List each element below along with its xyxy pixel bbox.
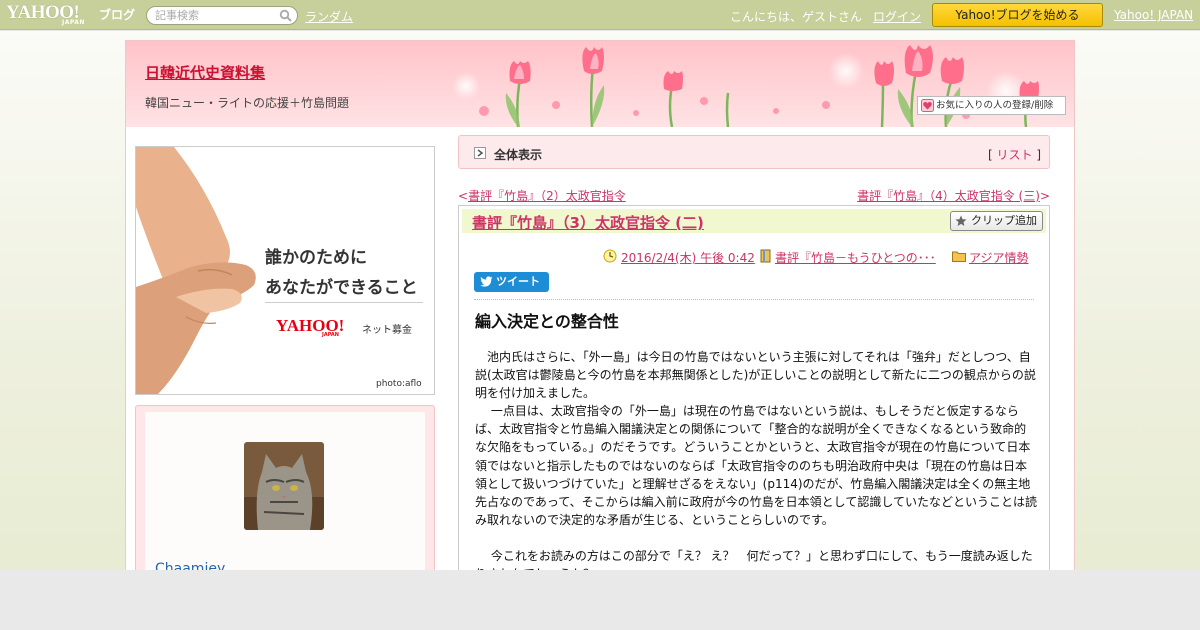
net-donation-ad-banner[interactable]: 誰かのために あなたができること YAHOO! JAPAN ネット募金 phot…	[135, 146, 435, 395]
article-title-bar: 書評『竹島』（3）太政官指令 (二) クリップ追加	[462, 209, 1046, 233]
article-title[interactable]: 書評『竹島』（3）太政官指令 (二)	[472, 212, 704, 233]
article-date-link[interactable]: 2016/2/4(木) 午後 0:42	[621, 249, 755, 266]
yahoo-blog-logo[interactable]: YAHOO! JAPAN ブログ	[6, 2, 142, 28]
star-icon	[955, 215, 967, 226]
next-article-link[interactable]: 書評『竹島』（4）太政官指令 (三)	[857, 189, 1040, 203]
blog-title[interactable]: 日韓近代史資料集	[145, 62, 265, 83]
ad-photo-credit: photo:aflo	[376, 379, 422, 389]
favorite-heart-icon	[921, 99, 934, 112]
search-input[interactable]	[155, 8, 275, 23]
yahoo-japan-link[interactable]: Yahoo! JAPAN	[1114, 8, 1193, 22]
all-view-label[interactable]: 全体表示	[494, 146, 542, 163]
tweet-button[interactable]: ツイート	[474, 272, 549, 292]
logo-blog-text: ブログ	[99, 8, 136, 22]
article-paragraph: 一点目は、太政官指令の「外一島」は現在の竹島ではないという説は、もしそうだと仮定…	[475, 404, 1037, 527]
profile-box: Chaamiey	[135, 405, 435, 570]
article-meta: 2016/2/4(木) 午後 0:42 書評『竹島－もうひとつの･･･ アジア情…	[459, 249, 1049, 265]
article-book-link[interactable]: 書評『竹島－もうひとつの･･･	[775, 249, 936, 266]
blog-subtitle: 韓国ニュー・ライトの応援＋竹島問題	[145, 96, 350, 110]
search-box	[146, 6, 298, 25]
ad-headline-line1: 誰かのために	[265, 248, 367, 268]
start-blog-button[interactable]: Yahoo!ブログを始める	[932, 3, 1103, 27]
article-blank-line	[475, 529, 1037, 547]
list-bracket-close: ]	[1032, 148, 1041, 162]
article-category-link[interactable]: アジア情勢	[969, 249, 1029, 266]
greeting-text: こんにちは、ゲストさん	[730, 10, 863, 24]
next-arrow: >	[1039, 189, 1050, 203]
random-link[interactable]: ランダム	[305, 8, 353, 25]
section-heading: 編入決定との整合性	[475, 312, 619, 331]
blog-header: 日韓近代史資料集 韓国ニュー・ライトの応援＋竹島問題 お気に入りの人の登録/削除	[126, 41, 1074, 127]
clip-add-button[interactable]: クリップ追加	[950, 211, 1043, 231]
tweet-label: ツイート	[496, 275, 540, 288]
twitter-bird-icon	[480, 276, 493, 287]
prev-arrow: <	[458, 189, 469, 203]
prev-article-nav: <書評『竹島』（2）太政官指令	[458, 187, 626, 204]
article-divider	[474, 299, 1034, 300]
top-bar: YAHOO! JAPAN ブログ ランダム こんにちは、ゲストさん ログイン Y…	[0, 0, 1200, 30]
favorite-register-button[interactable]: お気に入りの人の登録/削除	[917, 96, 1066, 115]
clock-icon	[603, 249, 617, 263]
book-icon	[760, 249, 771, 263]
article-paragraph: 今これをお読みの方はこの部分で「え？ え？ 何だって？」と思わず口にして、もう一…	[475, 548, 1033, 570]
avatar[interactable]	[244, 442, 324, 530]
list-link[interactable]: リスト	[996, 148, 1032, 162]
ad-service-name: ネット募金	[362, 325, 412, 336]
ad-japan-logo: JAPAN	[322, 332, 339, 338]
ad-divider	[265, 302, 423, 303]
profile-inner: Chaamiey	[145, 412, 425, 570]
bottom-strip	[0, 570, 1200, 630]
article-paragraph: 池内氏はさらに、「外一島」は今日の竹島ではないという主張に対してそれは「強弁」だ…	[475, 350, 1036, 401]
profile-name[interactable]: Chaamiey	[155, 561, 225, 570]
article-body: 池内氏はさらに、「外一島」は今日の竹島ではないという主張に対してそれは「強弁」だ…	[475, 348, 1037, 570]
search-icon[interactable]	[279, 9, 292, 22]
prev-article-link[interactable]: 書評『竹島』（2）太政官指令	[468, 189, 626, 203]
arrow-right-icon	[474, 147, 486, 159]
clip-add-label: クリップ追加	[971, 214, 1037, 227]
list-link-wrapper: [ リスト ]	[988, 146, 1041, 163]
folder-icon	[952, 251, 966, 262]
all-view-bar: 全体表示 [ リスト ]	[458, 135, 1050, 169]
login-link[interactable]: ログイン	[873, 8, 921, 25]
logo-japan-text: JAPAN	[62, 19, 85, 26]
ad-headline-line2: あなたができること	[265, 278, 418, 298]
holding-hands-image	[136, 147, 256, 394]
next-article-nav: 書評『竹島』（4）太政官指令 (三)>	[857, 187, 1050, 204]
article: 書評『竹島』（3）太政官指令 (二) クリップ追加 2016/2/4(木) 午後…	[458, 205, 1050, 570]
blog-container: 日韓近代史資料集 韓国ニュー・ライトの応援＋竹島問題 お気に入りの人の登録/削除…	[125, 40, 1075, 570]
favorite-register-label: お気に入りの人の登録/削除	[936, 100, 1054, 111]
